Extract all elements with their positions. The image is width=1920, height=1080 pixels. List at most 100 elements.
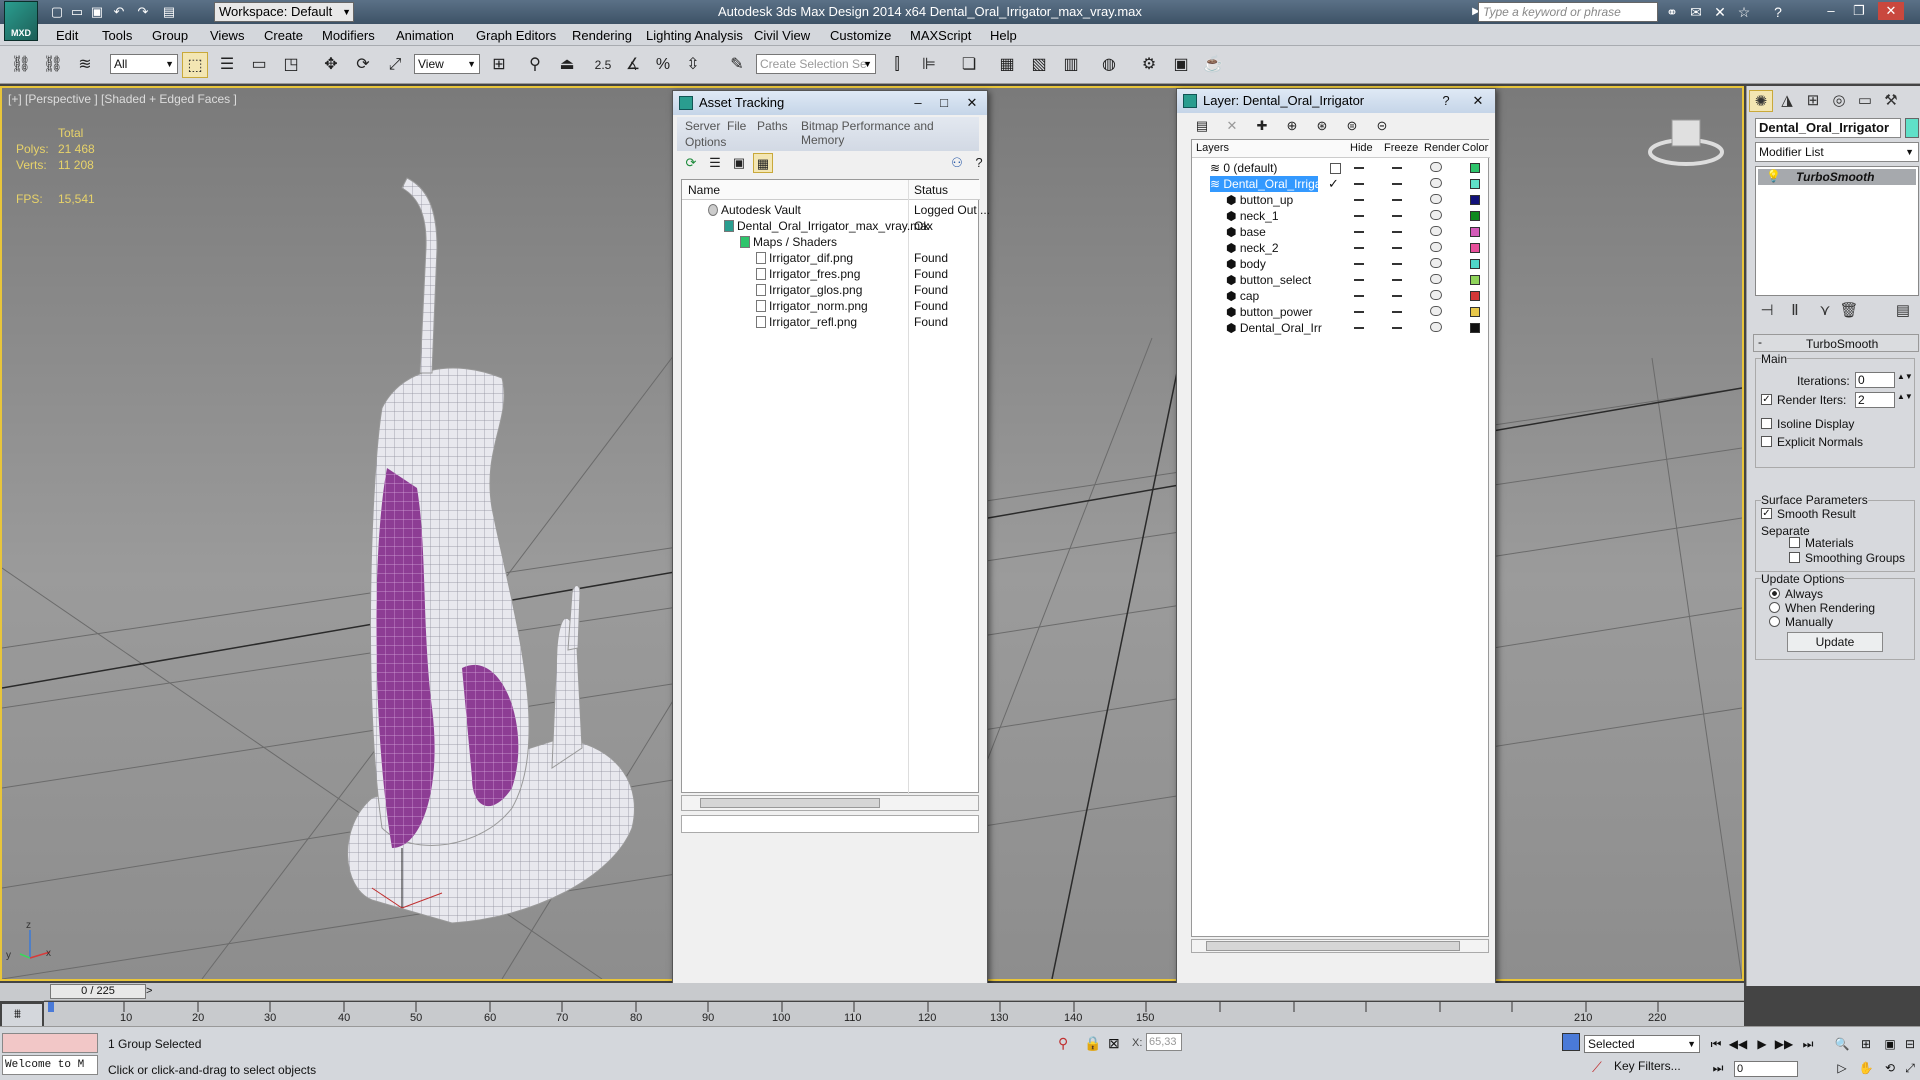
- menu-modifiers[interactable]: Modifiers: [322, 28, 375, 43]
- at-menu-bitmap-performance[interactable]: Bitmap Performance and Memory: [801, 119, 979, 147]
- layer-color-swatch[interactable]: [1470, 179, 1480, 189]
- scrollbar-thumb[interactable]: [1206, 941, 1460, 951]
- next-frame-arrow-icon[interactable]: >: [146, 985, 152, 997]
- key-mode-icon[interactable]: ⏭: [1708, 1059, 1728, 1077]
- help-icon[interactable]: ?: [1768, 3, 1788, 21]
- current-layer-checkbox[interactable]: [1330, 163, 1341, 174]
- maxscript-output[interactable]: Welcome to M: [2, 1055, 98, 1075]
- keyword-search-input[interactable]: Type a keyword or phrase: [1478, 2, 1658, 22]
- select-manipulate-icon[interactable]: ⚲: [522, 52, 548, 78]
- column-layers[interactable]: Layers: [1196, 142, 1229, 154]
- minimize-icon[interactable]: –: [1818, 2, 1844, 20]
- reference-coordinate-dropdown[interactable]: View ▼: [414, 54, 480, 74]
- snaps-toggle-icon[interactable]: 2.5: [590, 52, 616, 78]
- window-crossing-icon[interactable]: ◳: [278, 52, 304, 78]
- update-button[interactable]: Update: [1787, 632, 1883, 652]
- manually-radio[interactable]: [1769, 616, 1780, 627]
- select-highlighted-icon[interactable]: ⊕: [1281, 115, 1303, 137]
- selection-filter-dropdown[interactable]: All ▼: [110, 54, 178, 74]
- thumbnail-view-icon[interactable]: ▣: [729, 153, 749, 173]
- layer-color-swatch[interactable]: [1470, 243, 1480, 253]
- object-row[interactable]: ⬢ base: [1192, 224, 1490, 240]
- select-object-icon[interactable]: ⬚: [182, 52, 208, 78]
- rendered-frame-window-icon[interactable]: ▣: [1168, 52, 1194, 78]
- maximize-icon[interactable]: □: [933, 94, 955, 112]
- object-row[interactable]: ⬢ neck_2: [1192, 240, 1490, 256]
- curve-editor-icon[interactable]: ▧: [1026, 52, 1052, 78]
- column-render[interactable]: Render: [1424, 142, 1460, 154]
- field-of-view-icon[interactable]: ▷: [1832, 1059, 1852, 1077]
- time-slider[interactable]: 0 / 225 >: [0, 983, 1744, 1001]
- communication-center-icon[interactable]: ✉: [1686, 3, 1706, 21]
- layer-color-swatch[interactable]: [1470, 195, 1480, 205]
- viewport-label[interactable]: [+] [Perspective ] [Shaded + Edged Faces…: [8, 92, 237, 106]
- goto-start-icon[interactable]: ⏮: [1706, 1035, 1726, 1053]
- hide-toggle[interactable]: [1354, 263, 1364, 265]
- maxscript-listener-input[interactable]: [2, 1033, 98, 1053]
- absolute-mode-icon[interactable]: ⊠: [1108, 1035, 1120, 1052]
- time-slider-knob[interactable]: 0 / 225: [50, 984, 146, 999]
- select-and-move-icon[interactable]: ✥: [318, 52, 344, 78]
- create-tab-icon[interactable]: ✺: [1749, 90, 1773, 112]
- asset-row[interactable]: Autodesk Vault: [708, 202, 801, 218]
- named-selection-set-dropdown[interactable]: Create Selection Se ▼: [756, 54, 876, 74]
- render-production-icon[interactable]: ☕: [1200, 52, 1226, 78]
- layer-color-swatch[interactable]: [1470, 211, 1480, 221]
- mirror-icon[interactable]: ⫿: [884, 52, 910, 78]
- modifier-stack-item[interactable]: TurboSmooth: [1758, 169, 1916, 185]
- render-teapot-icon[interactable]: [1430, 178, 1442, 188]
- freeze-toggle[interactable]: [1392, 231, 1402, 233]
- select-and-scale-icon[interactable]: ⤢: [382, 52, 408, 78]
- asset-path-field[interactable]: [681, 815, 979, 833]
- freeze-toggle[interactable]: [1392, 263, 1402, 265]
- refresh-icon[interactable]: ⟳: [681, 153, 701, 173]
- modify-tab-icon[interactable]: ◮: [1775, 90, 1799, 112]
- column-freeze[interactable]: Freeze: [1384, 142, 1418, 154]
- hide-toggle[interactable]: [1354, 231, 1364, 233]
- render-teapot-icon[interactable]: [1430, 242, 1442, 252]
- configure-sets-icon[interactable]: ▤: [1891, 300, 1915, 322]
- layer-row-selected[interactable]: ≋ Dental_Oral_Irrigat ✓: [1192, 176, 1490, 192]
- hide-toggle[interactable]: [1354, 311, 1364, 313]
- asset-row[interactable]: Irrigator_glos.png: [756, 282, 862, 298]
- workspace-dropdown[interactable]: Workspace: Default ▼: [214, 2, 354, 22]
- layer-manager-icon[interactable]: ❏: [956, 52, 982, 78]
- iterations-input[interactable]: 0: [1855, 372, 1895, 388]
- always-radio[interactable]: [1769, 588, 1780, 599]
- hide-all-layers-icon[interactable]: ⊜: [1341, 115, 1363, 137]
- render-teapot-icon[interactable]: [1430, 210, 1442, 220]
- current-frame-input[interactable]: 0: [1734, 1061, 1798, 1077]
- close-icon[interactable]: ✕: [961, 94, 983, 112]
- pivot-center-icon[interactable]: ⊞: [486, 52, 512, 78]
- render-teapot-icon[interactable]: [1430, 162, 1442, 172]
- freeze-toggle[interactable]: [1392, 247, 1402, 249]
- render-teapot-icon[interactable]: [1430, 194, 1442, 204]
- display-tab-icon[interactable]: ▭: [1853, 90, 1877, 112]
- layer-color-swatch[interactable]: [1470, 227, 1480, 237]
- hide-toggle[interactable]: [1354, 199, 1364, 201]
- list-view-icon[interactable]: ☰: [705, 153, 725, 173]
- vault-login-icon[interactable]: ⚇: [947, 153, 967, 173]
- spinner-arrows-icon[interactable]: ▲▼: [1897, 392, 1913, 401]
- set-key-selection-dropdown[interactable]: Selected ▼: [1584, 1035, 1700, 1053]
- isoline-display-checkbox[interactable]: [1761, 418, 1772, 429]
- scrollbar-thumb[interactable]: [700, 798, 880, 808]
- select-and-rotate-icon[interactable]: ⟳: [350, 52, 376, 78]
- freeze-toggle[interactable]: [1392, 167, 1402, 169]
- unlink-icon[interactable]: ⛓: [40, 52, 66, 78]
- menu-group[interactable]: Group: [152, 28, 188, 43]
- turbosmooth-rollout-header[interactable]: - TurboSmooth: [1753, 334, 1919, 352]
- previous-frame-icon[interactable]: ◀◀: [1728, 1035, 1748, 1053]
- spinner-snap-icon[interactable]: ⇳: [680, 52, 706, 78]
- menu-civil-view[interactable]: Civil View: [754, 28, 810, 43]
- restore-icon[interactable]: ❐: [1846, 2, 1872, 20]
- object-row[interactable]: ⬢ neck_1: [1192, 208, 1490, 224]
- set-key-filter-icon[interactable]: [1562, 1033, 1580, 1051]
- render-teapot-icon[interactable]: [1430, 322, 1442, 332]
- menu-maxscript[interactable]: MAXScript: [910, 28, 971, 43]
- menu-rendering[interactable]: Rendering: [572, 28, 632, 43]
- menu-animation[interactable]: Animation: [396, 28, 454, 43]
- layer-color-swatch[interactable]: [1470, 163, 1480, 173]
- menu-views[interactable]: Views: [210, 28, 244, 43]
- freeze-toggle[interactable]: [1392, 295, 1402, 297]
